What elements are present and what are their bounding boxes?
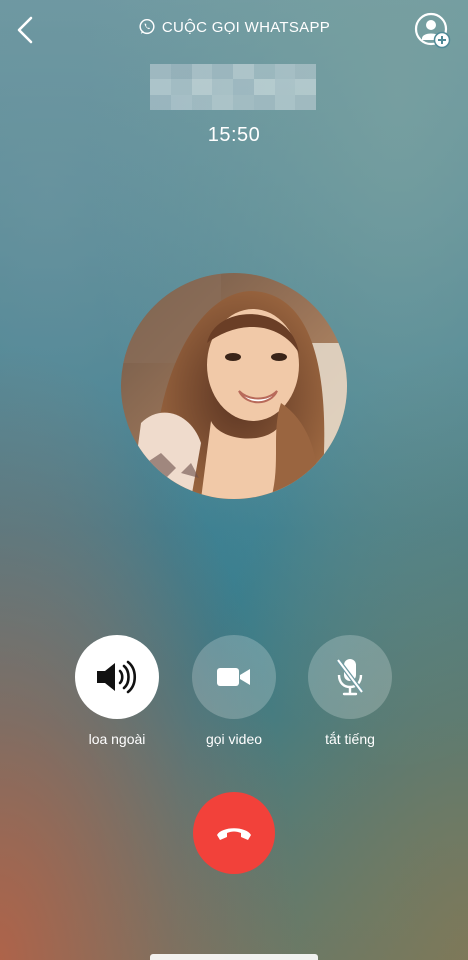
home-indicator[interactable] xyxy=(150,954,318,960)
microphone-muted-icon xyxy=(336,658,364,696)
speaker-label: loa ngoài xyxy=(88,731,146,747)
speaker-icon xyxy=(97,660,137,694)
speaker-button[interactable] xyxy=(75,635,159,719)
whatsapp-icon xyxy=(139,18,155,35)
speaker-control: loa ngoài xyxy=(75,635,159,747)
caller-name-pixelated xyxy=(150,64,316,110)
add-participant-button[interactable] xyxy=(414,12,452,50)
hang-up-icon xyxy=(217,828,251,840)
end-call-button[interactable] xyxy=(193,792,275,874)
video-label: gọi video xyxy=(205,731,263,747)
caller-photo xyxy=(121,273,347,499)
caller-avatar xyxy=(121,273,347,499)
call-title-text: CUỘC GỌI WHATSAPP xyxy=(161,18,331,36)
video-control: gọi video xyxy=(192,635,276,747)
mute-button[interactable] xyxy=(308,635,392,719)
add-person-icon xyxy=(414,12,451,49)
mute-control: tắt tiếng xyxy=(308,635,392,747)
video-call-button[interactable] xyxy=(192,635,276,719)
mute-label: tắt tiếng xyxy=(325,731,375,747)
call-duration: 15:50 xyxy=(207,124,261,146)
call-screen: CUỘC GỌI WHATSAPP 15:50 loa ngoài gọi vi… xyxy=(0,0,468,960)
call-title: CUỘC GỌI WHATSAPP xyxy=(0,18,468,36)
video-camera-icon xyxy=(217,668,250,686)
